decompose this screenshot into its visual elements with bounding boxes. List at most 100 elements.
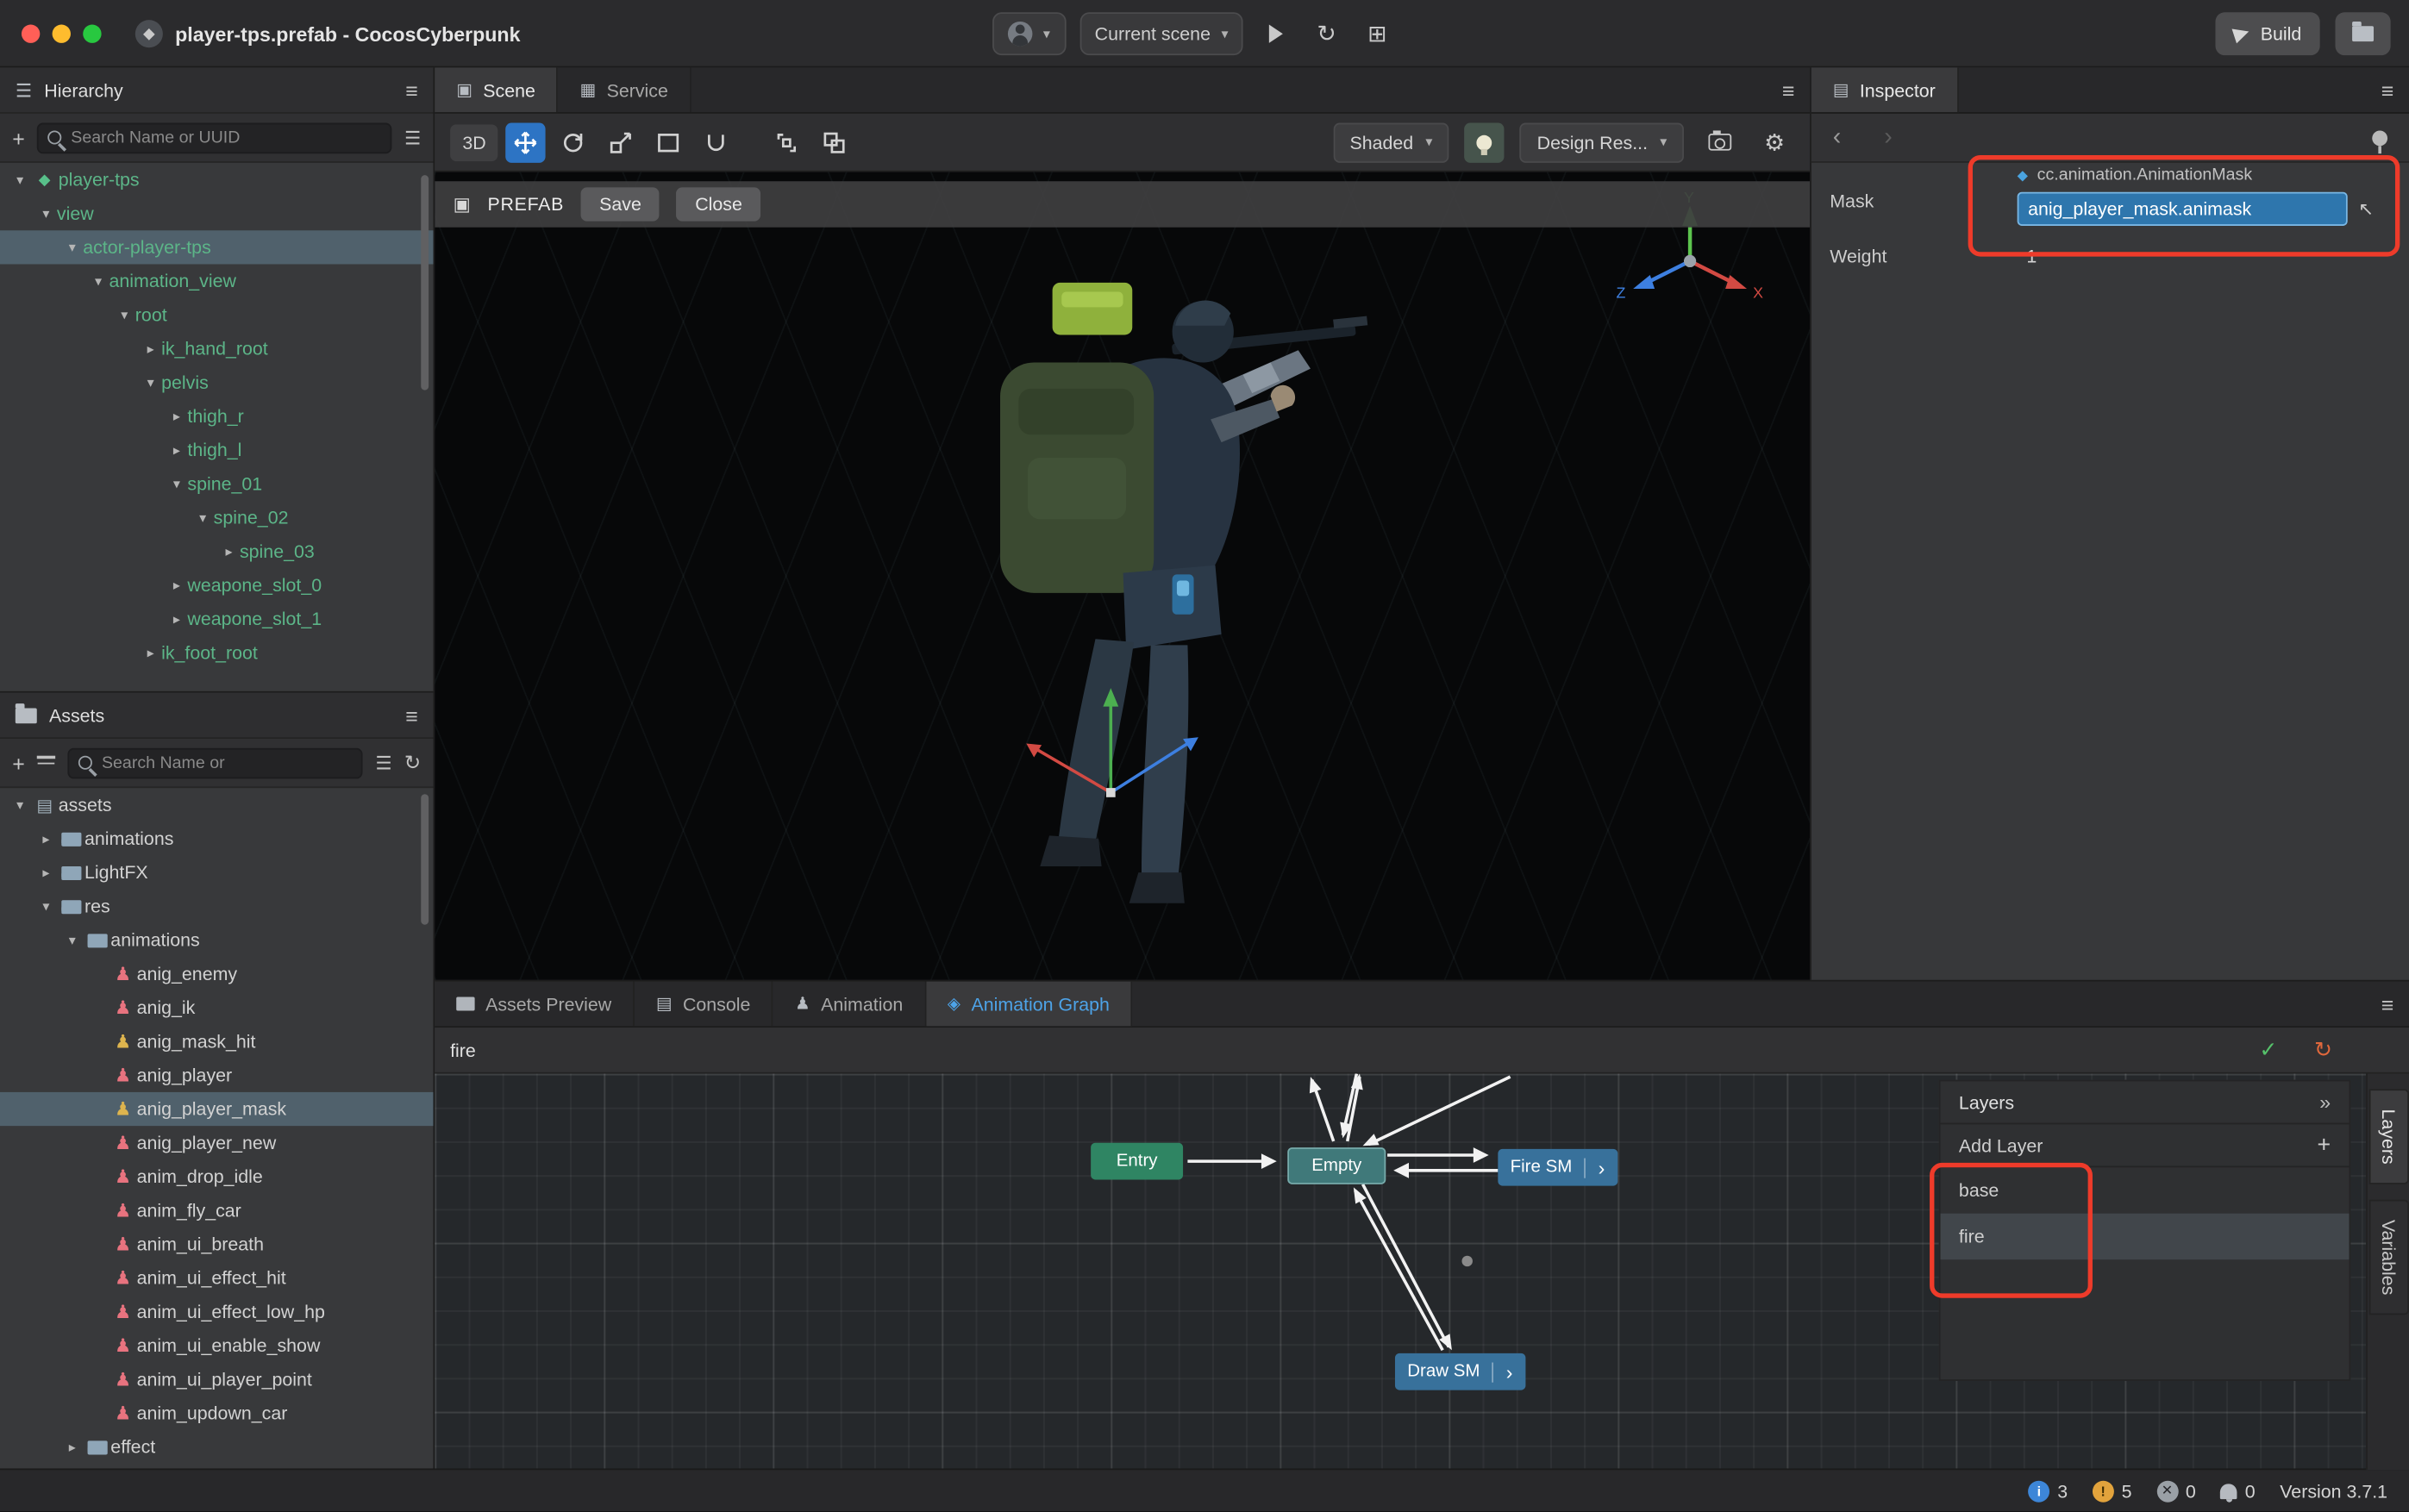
asset-tree-item[interactable]: anig_ik (0, 990, 433, 1024)
asset-tree-item[interactable]: LightFX (0, 856, 433, 890)
expand-arrow-icon[interactable] (166, 475, 187, 492)
hierarchy-tree-item[interactable]: spine_03 (0, 534, 433, 568)
hierarchy-tree-item[interactable]: spine_01 (0, 467, 433, 501)
expand-arrow-icon[interactable] (140, 645, 161, 662)
lighting-toggle-button[interactable] (1465, 122, 1505, 162)
minimize-window-button[interactable] (53, 25, 71, 43)
expand-arrow-icon[interactable] (166, 577, 187, 594)
scene-tab[interactable]: Scene (435, 67, 558, 112)
refresh-assets-icon[interactable]: ↻ (404, 750, 421, 775)
weight-value[interactable]: 1 (2026, 246, 2037, 267)
inspector-menu-icon[interactable]: ≡ (2381, 78, 2394, 103)
asset-tree-item[interactable]: anim_ui_player_point (0, 1363, 433, 1396)
asset-tree-item[interactable]: anim_ui_effect_low_hp (0, 1295, 433, 1328)
hierarchy-tree-item[interactable]: thigh_l (0, 433, 433, 466)
hierarchy-tree-item[interactable]: actor-player-tps (0, 230, 433, 264)
transform-gizmo[interactable] (1016, 682, 1216, 829)
scene-menu-icon[interactable]: ≡ (1782, 78, 1795, 103)
expand-arrow-icon[interactable] (140, 341, 161, 358)
hierarchy-tree-item[interactable]: weapone_slot_0 (0, 568, 433, 602)
asset-tree-item[interactable]: res (0, 890, 433, 923)
bottom-tab[interactable]: Animation (773, 982, 926, 1027)
graph-node[interactable]: Entry (1091, 1143, 1183, 1180)
expand-arrow-icon[interactable] (166, 441, 187, 459)
asset-tree-item[interactable]: anim_ui_breath (0, 1228, 433, 1261)
asset-tree-item[interactable]: effect (0, 1430, 433, 1464)
assets-menu-icon[interactable]: ≡ (405, 703, 418, 728)
asset-tree-item[interactable]: anig_enemy (0, 957, 433, 990)
asset-tree-item[interactable]: anim_updown_car (0, 1396, 433, 1430)
play-button[interactable] (1257, 12, 1294, 55)
close-window-button[interactable] (22, 25, 40, 43)
expand-arrow-icon[interactable] (166, 610, 187, 628)
hierarchy-searchbox[interactable] (37, 122, 392, 153)
graph-node[interactable]: Empty (1287, 1147, 1386, 1184)
asset-tree-item[interactable]: anig_player_new (0, 1126, 433, 1159)
prefab-close-button[interactable]: Close (677, 187, 760, 221)
expand-arrow-icon[interactable] (35, 830, 57, 847)
asset-tree-item[interactable]: animations (0, 822, 433, 855)
scene-camera-button[interactable] (1699, 122, 1739, 162)
expand-arrow-icon[interactable] (35, 205, 57, 222)
warning-status[interactable]: ! 5 (2093, 1480, 2132, 1502)
expand-arrow-icon[interactable] (35, 864, 57, 881)
prefab-save-button[interactable]: Save (581, 187, 660, 221)
preview-grid-button[interactable]: ⊞ (1359, 12, 1396, 55)
expand-arrow-icon[interactable] (9, 797, 31, 814)
zoom-window-button[interactable] (83, 25, 101, 43)
animation-graph-canvas[interactable]: Entry Empty Fire SM Draw SM (435, 1074, 2366, 1471)
hierarchy-tree-item[interactable]: pelvis (0, 366, 433, 399)
assets-scrollbar[interactable] (421, 794, 429, 924)
add-layer-button[interactable]: + (2318, 1132, 2331, 1158)
asset-tree-item[interactable]: anim_ui_effect_hit (0, 1261, 433, 1295)
rect-tool-button[interactable] (649, 122, 689, 162)
bottom-tab[interactable]: Console (635, 982, 773, 1027)
expand-arrow-icon[interactable] (9, 172, 31, 189)
bottom-panel-menu-icon[interactable]: ≡ (2381, 992, 2394, 1017)
expand-arrow-icon[interactable] (61, 1439, 83, 1456)
expand-arrow-icon[interactable] (61, 932, 83, 949)
asset-picker-icon[interactable]: ↖ (2358, 198, 2374, 220)
graph-node[interactable]: Fire SM (1498, 1149, 1617, 1186)
add-asset-button[interactable]: + (12, 750, 25, 775)
hierarchy-tree-item[interactable]: weapone_slot_1 (0, 603, 433, 636)
add-node-button[interactable]: + (12, 125, 25, 150)
graph-node[interactable]: Draw SM (1395, 1353, 1525, 1390)
pin-icon[interactable] (2372, 130, 2387, 146)
open-project-folder-button[interactable] (2335, 12, 2390, 55)
expand-arrow-icon[interactable] (35, 898, 57, 915)
asset-tree-item[interactable]: anig_mask_hit (0, 1025, 433, 1059)
scale-tool-button[interactable] (601, 122, 641, 162)
layer-item[interactable]: base (1941, 1167, 2350, 1213)
design-resolution-dropdown[interactable]: Design Res... ▾ (1520, 122, 1684, 162)
info-status[interactable]: i 3 (2028, 1480, 2068, 1502)
reload-graph-icon[interactable]: ↻ (2314, 1037, 2332, 1063)
nav-forward-button[interactable]: › (1884, 123, 1892, 151)
hierarchy-view-mode-icon[interactable]: ☰ (404, 127, 421, 148)
gizmo-space-button[interactable] (815, 122, 854, 162)
hierarchy-tree-item[interactable]: ik_hand_root (0, 332, 433, 366)
graph-side-tab[interactable]: Variables (2368, 1200, 2408, 1315)
ui-anchor-tool-button[interactable] (697, 122, 736, 162)
assets-search-input[interactable] (102, 753, 353, 772)
hierarchy-tree-item[interactable]: player-tps (0, 163, 433, 197)
hierarchy-tree-item[interactable]: view (0, 197, 433, 230)
asset-tree-item[interactable]: anim_drop_idle (0, 1159, 433, 1193)
snap-tool-button[interactable] (767, 122, 807, 162)
assets-view-mode-icon[interactable]: ☰ (375, 752, 391, 773)
hierarchy-tree-item[interactable]: thigh_r (0, 399, 433, 433)
asset-tree-item[interactable]: anim_ui_enable_show (0, 1328, 433, 1362)
asset-tree-item[interactable]: assets (0, 788, 433, 822)
asset-tree-item[interactable]: anig_player (0, 1059, 433, 1092)
expand-arrow-icon[interactable] (192, 509, 214, 527)
expand-arrow-icon[interactable] (61, 239, 83, 256)
nav-back-button[interactable]: ‹ (1833, 123, 1841, 151)
scene-selector-dropdown[interactable]: Current scene ▾ (1079, 12, 1243, 55)
reload-scene-button[interactable]: ↻ (1308, 12, 1345, 55)
hierarchy-tree-item[interactable]: spine_02 (0, 501, 433, 534)
expand-arrow-icon[interactable] (218, 543, 240, 560)
projection-3d-button[interactable]: 3D (450, 123, 498, 160)
expand-arrow-icon[interactable] (166, 408, 187, 425)
collapse-panel-icon[interactable]: » (2319, 1090, 2331, 1114)
assets-searchbox[interactable] (68, 747, 363, 778)
